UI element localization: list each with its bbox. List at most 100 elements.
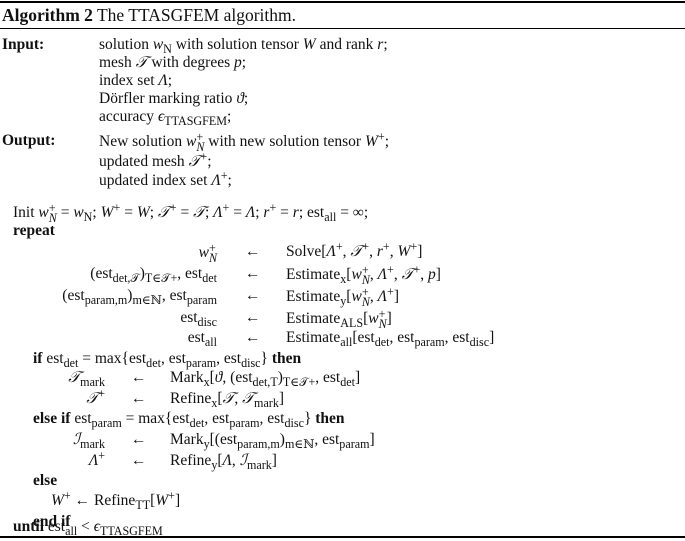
math-text: , (est bbox=[222, 369, 253, 386]
math-subscript: param,m bbox=[84, 293, 128, 308]
math-text: = bbox=[229, 203, 246, 221]
math-subscript: TT bbox=[135, 498, 151, 513]
math-subscript: T∈𝒯+ bbox=[282, 375, 316, 390]
math-symbol: w bbox=[152, 36, 164, 53]
math-text: updated index set bbox=[99, 172, 212, 189]
math-supsub: + N bbox=[208, 241, 217, 266]
math-symbol: p bbox=[428, 265, 436, 283]
math-text: ; est bbox=[298, 203, 325, 221]
math-text: est bbox=[180, 309, 198, 326]
math-symbol: W bbox=[136, 203, 150, 221]
math-text: = max{est bbox=[121, 410, 190, 427]
else-keyword: else bbox=[33, 472, 58, 489]
assign-lhs: Λ+ bbox=[88, 450, 105, 470]
math-text: , est bbox=[259, 410, 285, 427]
math-subscript: disc bbox=[197, 315, 217, 330]
arrow-symbol: ← bbox=[131, 431, 147, 448]
math-symbol: W bbox=[100, 203, 114, 221]
assign-rhs: Estimatex[w + N, Λ+, 𝒯+, p] bbox=[286, 263, 441, 288]
math-text: = ∞; bbox=[336, 203, 369, 221]
math-text: Refine bbox=[170, 390, 212, 407]
caption-label: Algorithm 2 bbox=[2, 5, 93, 25]
assign-lhs: estall bbox=[187, 329, 217, 350]
math-text: = max{est bbox=[78, 350, 147, 367]
math-subscript: param bbox=[414, 335, 445, 350]
math-symbol: w bbox=[351, 287, 362, 305]
math-subscript: TTASGFEM bbox=[164, 114, 227, 129]
math-text: ; bbox=[384, 132, 390, 150]
math-text: ; bbox=[243, 90, 249, 107]
math-symbol: w bbox=[73, 203, 84, 221]
math-supsub: + N bbox=[361, 263, 370, 288]
assign-rhs: Estimateall[estdet, estparam, estdisc] bbox=[286, 329, 495, 350]
math-symbol: w bbox=[368, 309, 379, 327]
math-symbol: Λ bbox=[213, 203, 223, 221]
math-symbol: Λ bbox=[88, 452, 99, 469]
math-superscript: + bbox=[377, 129, 385, 144]
math-text: , est bbox=[216, 350, 242, 367]
math-text: , bbox=[369, 287, 378, 305]
math-symbol: 𝒯 bbox=[222, 390, 235, 407]
math-text: , est bbox=[161, 287, 187, 304]
assign-lhs: (estparam,m)m∈ℕ, estparam bbox=[62, 287, 217, 308]
math-text: ← Refine bbox=[70, 492, 136, 509]
math-symbol: 𝒯 bbox=[86, 390, 99, 407]
math-text: ; bbox=[207, 153, 212, 170]
math-text: = bbox=[176, 203, 194, 221]
math-text: est bbox=[187, 329, 205, 346]
math-symbol: Λ bbox=[377, 265, 387, 283]
arrow-symbol: ← bbox=[245, 309, 261, 326]
input-line: solution wN with solution tensor W and r… bbox=[99, 36, 388, 55]
math-text: ] bbox=[435, 265, 441, 283]
caption-rule bbox=[0, 28, 685, 29]
math-text: Estimate bbox=[286, 329, 341, 346]
math-superscript: + bbox=[382, 239, 390, 254]
math-text: ] bbox=[278, 390, 285, 407]
math-text: } bbox=[303, 410, 316, 427]
math-superscript: + bbox=[220, 168, 228, 183]
math-text: [(est bbox=[209, 431, 238, 448]
math-text: ; bbox=[383, 36, 388, 53]
math-text: ] bbox=[489, 329, 495, 346]
math-subscript: det bbox=[374, 335, 390, 350]
then-keyword: then bbox=[271, 350, 302, 367]
math-text: , est bbox=[389, 329, 415, 346]
math-text: ; bbox=[241, 54, 247, 71]
math-superscript: + bbox=[387, 284, 394, 299]
math-text: accuracy bbox=[99, 108, 158, 125]
arrow-symbol: ← bbox=[245, 287, 261, 304]
math-symbol: W bbox=[302, 36, 316, 53]
math-superscript: + bbox=[63, 488, 71, 503]
math-subscript: all bbox=[204, 335, 217, 350]
math-superscript: + bbox=[169, 200, 177, 215]
math-text: est bbox=[70, 410, 92, 427]
math-text: (est bbox=[90, 265, 113, 282]
math-text: , bbox=[369, 243, 377, 260]
math-text: est bbox=[44, 518, 66, 535]
arrow-symbol: ← bbox=[245, 265, 261, 282]
math-supsub: + N bbox=[48, 201, 57, 226]
arrow-symbol: ← bbox=[131, 452, 147, 469]
assign-lhs: ℐmark bbox=[73, 431, 105, 450]
math-text: ; bbox=[149, 203, 158, 221]
output-line: New solution w + N with new solution tenso… bbox=[99, 129, 390, 153]
math-superscript: + bbox=[168, 488, 175, 503]
else-if-condition: estparam = max{estdet, estparam, estdisc… bbox=[70, 410, 316, 431]
math-symbol: 𝒯 bbox=[68, 369, 81, 386]
input-line: accuracy ϵTTASGFEM; bbox=[99, 108, 232, 129]
math-text: ; bbox=[226, 108, 232, 125]
math-text: New solution bbox=[99, 132, 186, 150]
until-condition: estall < ϵTTASGFEM bbox=[44, 518, 163, 537]
math-text: mesh bbox=[99, 54, 136, 71]
caption-title: The TTASGFEM algorithm. bbox=[92, 5, 296, 25]
math-symbol: 𝒯 bbox=[193, 203, 205, 221]
math-subscript: det bbox=[202, 271, 217, 286]
output-label: Output: bbox=[2, 132, 56, 149]
assign-rhs: EstimateALS[w + N] bbox=[286, 308, 392, 331]
input-line: mesh 𝒯 with degrees p; bbox=[99, 54, 246, 72]
assign-rhs: Refinex[𝒯, 𝒯mark] bbox=[170, 390, 285, 409]
math-subscript: det bbox=[189, 416, 205, 431]
if-condition: estdet = max{estdet, estparam, estdisc} bbox=[42, 350, 271, 369]
math-symbol: w bbox=[198, 243, 209, 261]
math-subscript: param bbox=[186, 293, 217, 308]
